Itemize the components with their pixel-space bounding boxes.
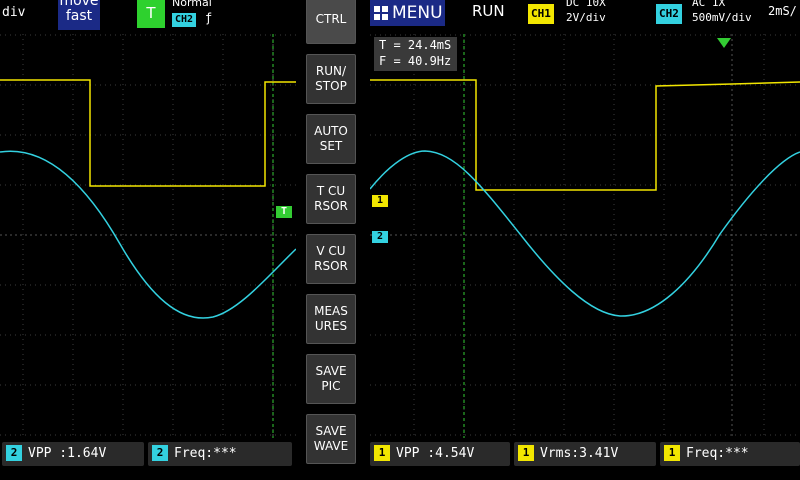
time-cursor-label: T CU RSOR — [314, 184, 348, 213]
measurement-item[interactable]: 1 Vrms:3.41V — [514, 442, 656, 466]
measurement-text: Vrms:3.41V — [540, 446, 619, 461]
run-stop-label: RUN/ STOP — [315, 64, 347, 93]
right-ch2-trace — [370, 150, 800, 317]
ctrl-button-label: CTRL — [315, 11, 347, 26]
right-grid — [370, 34, 800, 438]
measurement-text: Freq:*** — [174, 446, 237, 461]
menu-label: MENU — [392, 3, 443, 23]
auto-set-button[interactable]: AUTO SET — [306, 114, 356, 164]
measurement-text: VPP :4.54V — [396, 446, 475, 461]
ch2-offset-marker[interactable]: 2 — [372, 231, 388, 243]
measurement-item[interactable]: 2 VPP :1.64V — [2, 442, 144, 466]
ch1-coupling: DC 10X — [566, 0, 606, 9]
ch2-scale: 500mV/div — [692, 11, 752, 24]
right-waveform-canvas — [370, 34, 800, 438]
voltage-cursor-label: V CU RSOR — [314, 244, 348, 273]
left-waveform-canvas — [0, 34, 296, 438]
right-center-axes — [370, 34, 800, 438]
move-speed-button[interactable]: move fast — [58, 0, 100, 30]
save-wave-button[interactable]: SAVE WAVE — [306, 414, 356, 464]
grid-icon — [374, 6, 388, 20]
channel-badge: 1 — [664, 445, 680, 461]
trigger-mode: Normal — [172, 0, 212, 9]
trigger-badge[interactable]: T — [137, 0, 165, 28]
measures-label: MEAS URES — [314, 304, 348, 333]
ctrl-button[interactable]: CTRL — [306, 0, 356, 44]
trigger-channel-tag: CH2 — [172, 13, 197, 27]
channel-badge: 1 — [518, 445, 534, 461]
channel-badge: 2 — [6, 445, 22, 461]
cursor-readout: T = 24.4mS F = 40.9Hz — [374, 37, 457, 71]
time-cursor-button[interactable]: T CU RSOR — [306, 174, 356, 224]
trigger-level-marker[interactable]: T — [276, 206, 292, 218]
trigger-edge-icon: ƒ — [205, 11, 213, 25]
ch1-tag[interactable]: CH1 — [528, 4, 554, 24]
measurement-text: VPP :1.64V — [28, 446, 107, 461]
measures-button[interactable]: MEAS URES — [306, 294, 356, 344]
channel-badge: 1 — [374, 445, 390, 461]
measurement-item[interactable]: 1 VPP :4.54V — [370, 442, 510, 466]
left-status-bar: div move fast T Normal CH2 ƒ — [0, 0, 296, 34]
ch2-coupling: AC 1X — [692, 0, 726, 9]
save-pic-label: SAVE PIC — [315, 364, 347, 393]
run-stop-button[interactable]: RUN/ STOP — [306, 54, 356, 104]
left-grid — [0, 34, 296, 438]
cursor-period: T = 24.4mS — [379, 38, 452, 52]
measurement-item[interactable]: 2 Freq:*** — [148, 442, 292, 466]
save-wave-label: SAVE WAVE — [313, 424, 349, 453]
voltage-cursor-button[interactable]: V CU RSOR — [306, 234, 356, 284]
auto-set-label: AUTO SET — [314, 124, 348, 153]
speed-label: fast — [65, 8, 93, 24]
save-pic-button[interactable]: SAVE PIC — [306, 354, 356, 404]
trigger-position-marker[interactable] — [717, 38, 731, 48]
ch1-offset-marker[interactable]: 1 — [372, 195, 388, 207]
ch2-tag[interactable]: CH2 — [656, 4, 682, 24]
left-ch1-trace — [0, 79, 296, 187]
timebase-fragment: div — [2, 5, 26, 20]
left-scope-display[interactable]: T — [0, 34, 296, 438]
bottom-edge — [0, 470, 800, 480]
channel-badge: 2 — [152, 445, 168, 461]
cursor-frequency: F = 40.9Hz — [379, 54, 452, 68]
measurement-text: Freq:*** — [686, 446, 749, 461]
left-measurement-bar: 2 VPP :1.64V 2 Freq:*** — [0, 438, 296, 470]
right-measurement-bar: 1 VPP :4.54V 1 Vrms:3.41V 1 Freq:*** — [370, 438, 800, 470]
timebase: 2mS/ — [768, 4, 797, 18]
menu-button[interactable]: MENU — [370, 0, 445, 26]
left-center-axes — [0, 34, 296, 438]
right-status-bar: MENU RUN CH1 DC 10X 2V/div CH2 AC 1X 500… — [370, 0, 800, 34]
right-scope-display[interactable]: T = 24.4mS F = 40.9Hz 1 2 — [370, 34, 800, 438]
ch1-scale: 2V/div — [566, 11, 606, 24]
control-button-column: CTRL RUN/ STOP AUTO SET T CU RSOR V CU R… — [296, 0, 370, 480]
measurement-item[interactable]: 1 Freq:*** — [660, 442, 800, 466]
run-state[interactable]: RUN — [472, 2, 505, 20]
